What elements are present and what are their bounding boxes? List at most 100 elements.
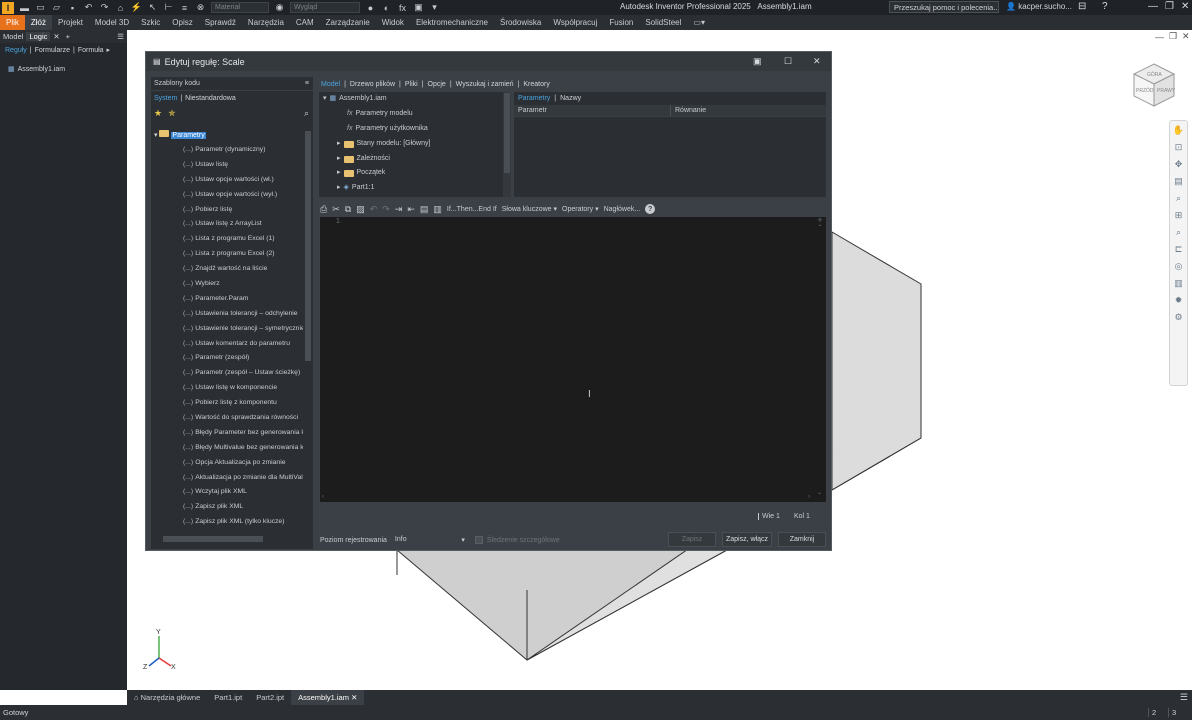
header-button[interactable]: Nagłówek... (604, 206, 641, 213)
menu-collaborate[interactable]: Współpracuj (547, 15, 603, 30)
snippet-item[interactable]: (...) Ustaw listę w komponencie (151, 381, 303, 396)
close-button[interactable]: Zamknij (778, 532, 826, 547)
clear-icon[interactable]: ◐ (381, 3, 392, 13)
collapse-arrow-icon[interactable]: ▾ (323, 92, 327, 107)
look-at-icon[interactable]: ▤ (1172, 176, 1185, 189)
help-search-input[interactable]: Przeszukaj pomoc i polecenia... (889, 1, 999, 13)
viewport-close-icon[interactable]: ✕ (1182, 31, 1190, 42)
snippet-item[interactable]: (...) Pobierz listę z komponentu (151, 396, 303, 411)
file-menu-icon[interactable]: ▬ (19, 3, 30, 13)
zoom-window-icon[interactable]: ⊡ (1172, 142, 1185, 155)
expand-arrow-icon[interactable]: ▸ (337, 152, 341, 167)
snippet-item[interactable]: (...) Ustaw listę (151, 158, 303, 173)
properties-icon[interactable]: ≡ (179, 3, 190, 13)
editor-horizontal-scrollbar[interactable]: ‹ › (320, 494, 816, 503)
help-icon[interactable]: ? (645, 204, 656, 214)
save-run-button[interactable]: Zapisz, włącz (722, 532, 772, 547)
uncomment-icon[interactable]: ▥ (433, 204, 442, 215)
select-icon[interactable]: ↖ (147, 2, 158, 13)
snippet-item[interactable]: (...) Ustaw opcje wartości (wył.) (151, 188, 303, 203)
snippet-item[interactable]: (...) Ustaw komentarz do parametru (151, 337, 303, 352)
save-button[interactable]: Zapisz (668, 532, 716, 547)
expand-arrow-icon[interactable]: ▸ (337, 166, 341, 181)
browser-assembly-item[interactable]: ▦ Assembly1.iam (0, 65, 127, 74)
menu-tools[interactable]: Narzędzia (242, 15, 290, 30)
snippets-vertical-scrollbar[interactable] (304, 129, 312, 529)
tree-part[interactable]: ▸ ◈ Part1:1 (319, 181, 511, 196)
snippet-item[interactable]: (...) Ustaw opcje wartości (wł.) (151, 173, 303, 188)
dialog-maximize-icon[interactable]: ☐ (784, 56, 792, 67)
snippets-horizontal-scrollbar[interactable] (163, 536, 263, 542)
tab-model[interactable]: Model (0, 32, 26, 41)
doc-tab-part1[interactable]: Part1.ipt (207, 690, 249, 705)
print-icon[interactable]: ⎙ (320, 204, 327, 215)
paste-icon[interactable]: ▨ (356, 204, 365, 215)
material-combo[interactable]: Materiał (211, 2, 269, 13)
add-tab-icon[interactable]: + (63, 32, 73, 41)
expand-arrow-icon[interactable]: ▸ (337, 137, 341, 152)
tab-parameters[interactable]: Parametry (518, 95, 550, 102)
model-tree-scrollbar[interactable] (503, 92, 511, 197)
menu-cam[interactable]: CAM (290, 15, 320, 30)
detail-tracking-checkbox[interactable] (474, 536, 483, 544)
fit-icon[interactable]: ⊏ (1172, 244, 1185, 257)
undo-icon[interactable]: ↶ (83, 2, 94, 13)
menu-fusion[interactable]: Fusion (603, 15, 639, 30)
snippets-system-tab[interactable]: System (154, 95, 177, 102)
favorite-star-icon[interactable]: ★ (154, 108, 162, 119)
tree-user-params[interactable]: fx Parametry użytkownika (319, 122, 511, 137)
snippet-item[interactable]: (...) Pobierz listę (151, 203, 303, 218)
tree-model-params[interactable]: fx Parametry modelu (319, 107, 511, 122)
menu-manage[interactable]: Zarządzanie (320, 15, 376, 30)
minimize-icon[interactable]: — (1148, 1, 1158, 12)
redo-icon[interactable]: ↷ (99, 2, 110, 13)
redo-icon[interactable]: ↷ (382, 204, 390, 215)
zoom-selected-icon[interactable]: ⊞ (1172, 210, 1185, 223)
cut-icon[interactable]: ✂ (332, 204, 340, 215)
menu-electromechanical[interactable]: Elektromechaniczne (410, 15, 494, 30)
tab-model-dialog[interactable]: Model (321, 81, 340, 88)
menu-sketch[interactable]: Szkic (135, 15, 166, 30)
snippet-item[interactable]: (...) Ustaw listę z ArrayList (151, 217, 303, 232)
menu-design[interactable]: Projekt (52, 15, 89, 30)
tab-files[interactable]: Pliki (405, 81, 418, 88)
menu-file[interactable]: Plik (0, 15, 25, 30)
keywords-dropdown[interactable]: Słowa kluczowe ▾ (502, 205, 557, 213)
sub-formula[interactable]: Formuła (78, 47, 104, 54)
home-icon[interactable]: ⌂ (115, 3, 126, 13)
doc-tab-assembly1[interactable]: Assembly1.iam ✕ (291, 690, 365, 705)
help-icon[interactable]: ? (1102, 1, 1108, 12)
snippet-item[interactable]: (...) Ustawienia tolerancji – odchylenie (151, 307, 303, 322)
dialog-title-bar[interactable]: ▤ Edytuj regułę: Scale (146, 52, 831, 71)
search-icon[interactable]: ⌕ (304, 108, 309, 119)
ribbon-toggle-icon[interactable]: ▭▾ (687, 15, 711, 30)
expand-arrow-icon[interactable]: ▸ (337, 181, 341, 196)
tab-layout-icon[interactable]: ☰ (1180, 692, 1188, 703)
menu-solidsteel[interactable]: SolidSteel (639, 15, 687, 30)
snippet-item[interactable]: (...) Zapisz plik XML (tylko klucze) (151, 515, 303, 530)
snippet-item[interactable]: (...) Zapisz plik XML (151, 500, 303, 515)
restore-icon[interactable]: ❐ (1165, 1, 1174, 12)
tree-assembly[interactable]: ▾ ▦ Assembly1.iam (319, 92, 511, 107)
snippet-item[interactable]: (...) Parametr (zespół – Ustaw ścieżkę) (151, 366, 303, 381)
undo-icon[interactable]: ↶ (370, 204, 378, 215)
tab-options[interactable]: Opcje (428, 81, 446, 88)
nav-more-icon[interactable]: ⚙ (1172, 312, 1185, 325)
doc-tab-part2[interactable]: Part2.ipt (249, 690, 291, 705)
snippet-item[interactable]: (...) Parametr (dynamiczny) (151, 143, 303, 158)
menu-assemble[interactable]: Złóż (24, 15, 53, 30)
orbit-icon[interactable]: ✥ (1172, 159, 1185, 172)
snippet-item[interactable]: (...) Lista z programu Excel (2) (151, 247, 303, 262)
tree-model-states[interactable]: ▸ Stany modelu: [Główny] (319, 137, 511, 152)
dialog-pin-icon[interactable]: ▣ (753, 56, 762, 67)
tab-logic[interactable]: Logic (26, 32, 51, 41)
sub-forms[interactable]: Formularze (35, 47, 70, 54)
snippet-item[interactable]: (...) Parametr (zespół) (151, 351, 303, 366)
tab-wizards[interactable]: Kreatory (523, 81, 549, 88)
tab-file-tree[interactable]: Drzewo plików (350, 81, 395, 88)
snippet-item[interactable]: (...) Błędy Parameter bez generowania ko (151, 426, 303, 441)
ilogic-icon[interactable]: ▣ (413, 2, 424, 13)
user-account[interactable]: 👤 kacper.sucho... (1006, 2, 1072, 11)
browser-menu-icon[interactable]: ☰ (114, 32, 127, 41)
cancel-icon[interactable]: ⊗ (195, 2, 206, 13)
